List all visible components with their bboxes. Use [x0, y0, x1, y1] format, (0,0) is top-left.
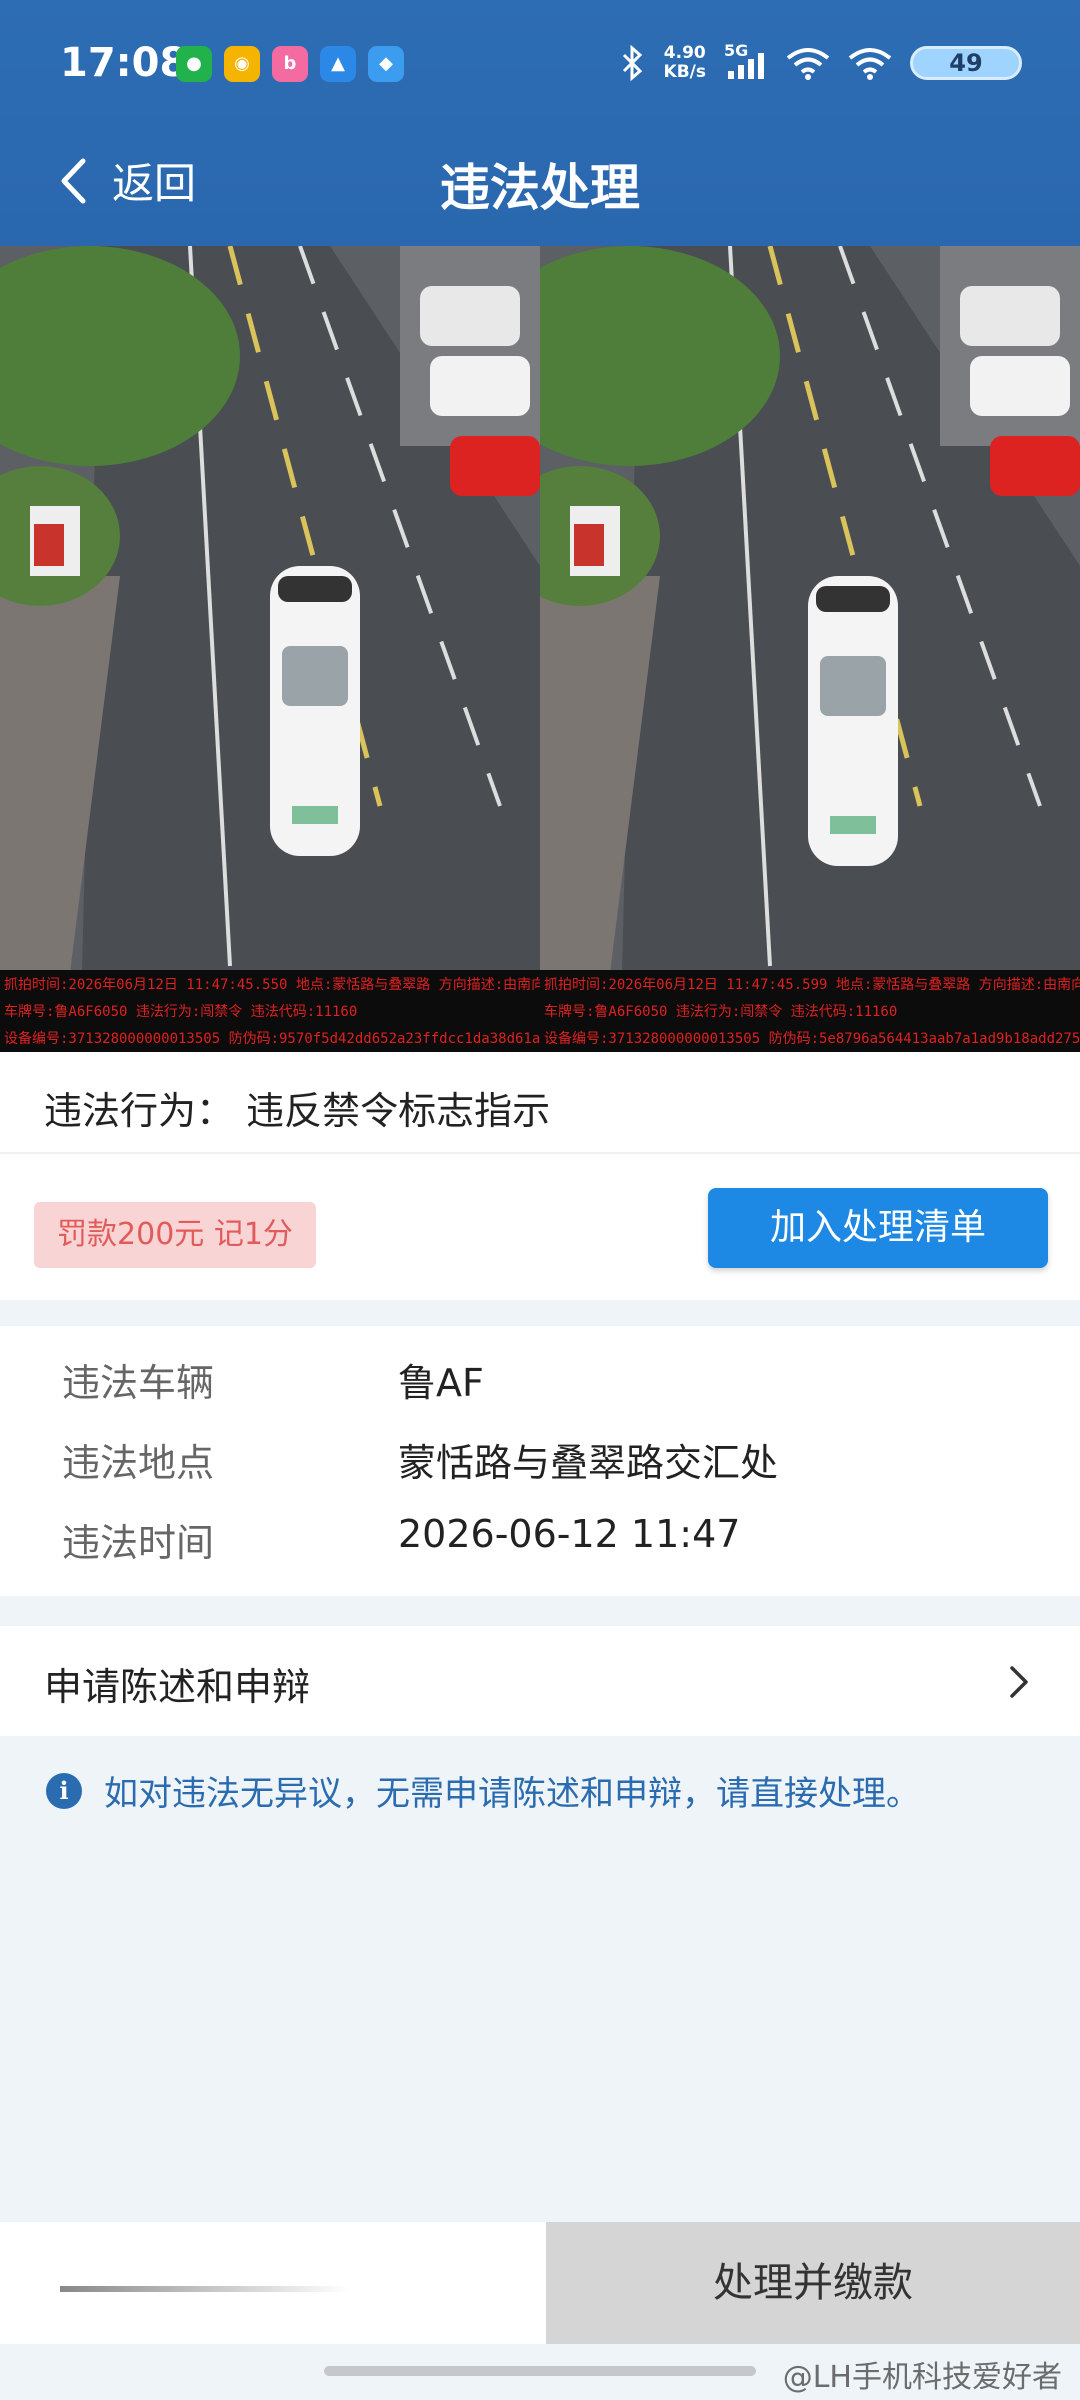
location-value: 蒙恬路与叠翠路交汇处: [398, 1441, 779, 1485]
street-scene-image: [540, 246, 1080, 1052]
net-speed: 4.90 KB/s: [664, 44, 706, 82]
photo-overlay-text: 抓拍时间:2026年06月12日 11:47:45.550 地点:蒙恬路与叠翠路…: [0, 970, 540, 1052]
net-speed-unit: KB/s: [663, 62, 706, 82]
overlay-line: 设备编号:371328000000013505 防伪码:5e8796a56441…: [544, 1031, 1080, 1047]
overlay-line: 抓拍时间:2026年06月12日 11:47:45.550 地点:蒙恬路与叠翠路…: [4, 977, 540, 993]
weibo-icon: ◉: [224, 46, 260, 82]
watermark: @LH手机科技爱好者: [782, 2360, 1062, 2395]
violation-behavior-row: 违法行为： 违反禁令标志指示: [0, 1052, 1080, 1152]
vehicle-row: 违法车辆 鲁AF: [0, 1352, 1080, 1412]
wifi-plus-icon: [786, 48, 830, 80]
status-time: 17:08: [60, 40, 188, 86]
location-label: 违法地点: [62, 1441, 215, 1485]
plate-redaction: [483, 1371, 594, 1400]
home-indicator[interactable]: [324, 2366, 756, 2376]
browser-icon: ◆: [368, 46, 404, 82]
vehicle-label: 违法车辆: [62, 1361, 215, 1405]
status-app-icons: ● ◉ b ▲ ◆: [176, 46, 404, 82]
app-header: 17:08 ● ◉ b ▲ ◆ 4.90 KB/s 5G 49 返回 违法处理: [0, 0, 1080, 246]
violation-details: 违法车辆 鲁AF 违法地点 蒙恬路与叠翠路交汇处 违法时间 2026-06-12…: [0, 1326, 1080, 1596]
battery-indicator: 49: [910, 46, 1022, 80]
bottom-left-placeholder: [60, 2286, 350, 2292]
bilibili-icon: b: [272, 46, 308, 82]
notice: i 如对违法无异议，无需申请陈述和申辩，请直接处理。: [46, 1766, 920, 1815]
evidence-photo-2[interactable]: 抓拍时间:2026年06月12日 11:47:45.599 地点:蒙恬路与叠翠路…: [540, 246, 1080, 1052]
overlay-line: 设备编号:371328000000013505 防伪码:9570f5d42dd6…: [4, 1031, 540, 1047]
overlay-line: 车牌号:鲁A6F6050 违法行为:闯禁令 违法代码:11160: [544, 1004, 898, 1020]
time-label: 违法时间: [62, 1521, 215, 1565]
overlay-line: 车牌号:鲁A6F6050 违法行为:闯禁令 违法代码:11160: [4, 1004, 358, 1020]
car-app-icon: ▲: [320, 46, 356, 82]
bottom-bar: 处理并缴款: [0, 2222, 1080, 2344]
wifi-icon: [848, 48, 892, 80]
time-row: 违法时间 2026-06-12 11:47: [0, 1512, 1080, 1572]
evidence-photo-1[interactable]: 抓拍时间:2026年06月12日 11:47:45.550 地点:蒙恬路与叠翠路…: [0, 246, 540, 1052]
overlay-line: 抓拍时间:2026年06月12日 11:47:45.599 地点:蒙恬路与叠翠路…: [544, 977, 1080, 993]
notice-text: 如对违法无异议，无需申请陈述和申辩，请直接处理。: [104, 1774, 920, 1814]
chevron-right-icon: [1010, 1666, 1028, 1698]
info-icon: i: [46, 1772, 82, 1809]
appeal-label: 申请陈述和申辩: [44, 1665, 311, 1709]
wechat-icon: ●: [176, 46, 212, 82]
page-title: 违法处理: [440, 159, 640, 217]
street-scene-image: [0, 246, 540, 1052]
bluetooth-icon: [622, 45, 642, 81]
cell-signal-icon: 5G: [724, 41, 768, 81]
time-value: 2026-06-12 11:47: [398, 1512, 741, 1556]
net-speed-value: 4.90: [663, 43, 706, 63]
process-and-pay-button[interactable]: 处理并缴款: [546, 2222, 1080, 2344]
evidence-photos: 抓拍时间:2026年06月12日 11:47:45.550 地点:蒙恬路与叠翠路…: [0, 246, 1080, 1052]
appeal-row[interactable]: 申请陈述和申辩: [0, 1626, 1080, 1736]
fine-badge: 罚款200元 记1分: [34, 1202, 316, 1268]
penalty-row: 罚款200元 记1分 加入处理清单: [0, 1152, 1080, 1300]
status-right: 4.90 KB/s 5G 49: [620, 41, 1022, 82]
vehicle-plate: 鲁AF: [398, 1361, 484, 1405]
add-to-list-button[interactable]: 加入处理清单: [708, 1188, 1048, 1268]
photo-overlay-text: 抓拍时间:2026年06月12日 11:47:45.599 地点:蒙恬路与叠翠路…: [540, 970, 1080, 1052]
location-row: 违法地点 蒙恬路与叠翠路交汇处: [0, 1432, 1080, 1492]
violation-behavior: 违法行为： 违反禁令标志指示: [44, 1089, 551, 1133]
vehicle-value: 鲁AF: [398, 1352, 594, 1407]
